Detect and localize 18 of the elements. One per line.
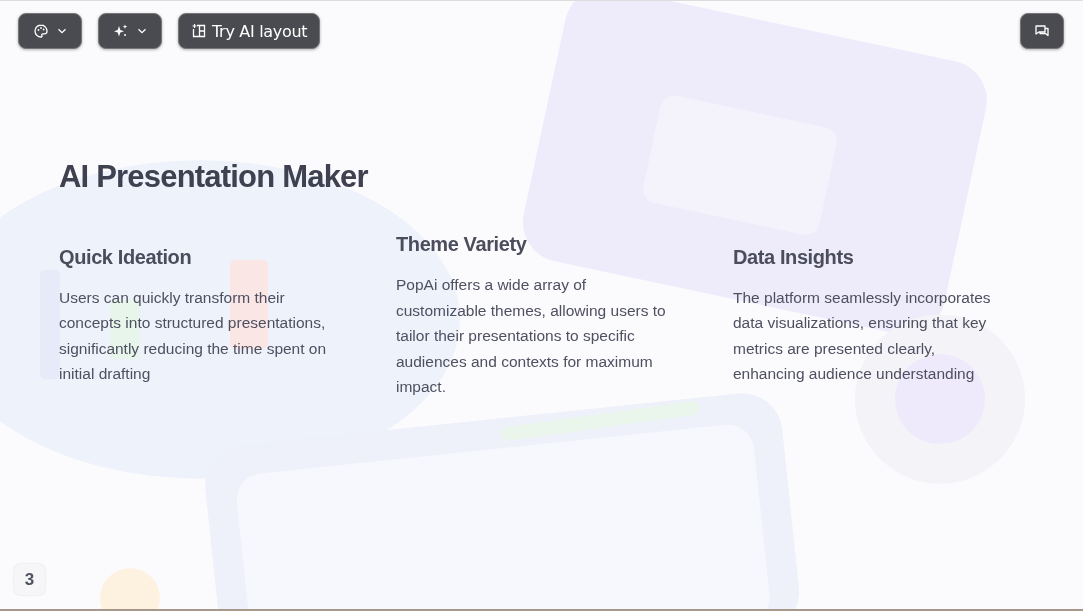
feature-heading: Data Insights <box>733 245 855 269</box>
page-number: 3 <box>14 564 45 595</box>
caret-icon <box>137 28 147 34</box>
layout-icon <box>191 23 207 39</box>
try-ai-layout-button[interactable]: Try AI layout <box>178 13 321 49</box>
palette-icon <box>33 23 49 39</box>
theme-dropdown-button[interactable] <box>18 13 82 49</box>
feature-description: PopAi offers a wide array of customizable themes, allowing users to tailor their presentations to specific audiences and contexts for maximum impact. <box>396 275 667 397</box>
ai-dropdown-button[interactable] <box>98 13 162 49</box>
chat-icon <box>1034 23 1050 39</box>
feature-heading: Quick Ideation <box>59 245 193 269</box>
feature-description: Users can quickly transform their concepts into structured presentations, significantly reducing the time spent on initial drafting <box>59 287 328 385</box>
slide-title: AI Presentation Maker <box>59 159 369 195</box>
sparkle-icon <box>113 23 129 39</box>
chat-button[interactable] <box>1020 13 1064 49</box>
caret-icon <box>57 28 67 34</box>
feature-heading: Theme Variety <box>396 233 528 256</box>
feature-description: The platform seamlessly incorporates data visualizations, ensuring that key metrics are presented clearly, enhancing audience understanding <box>733 287 992 385</box>
